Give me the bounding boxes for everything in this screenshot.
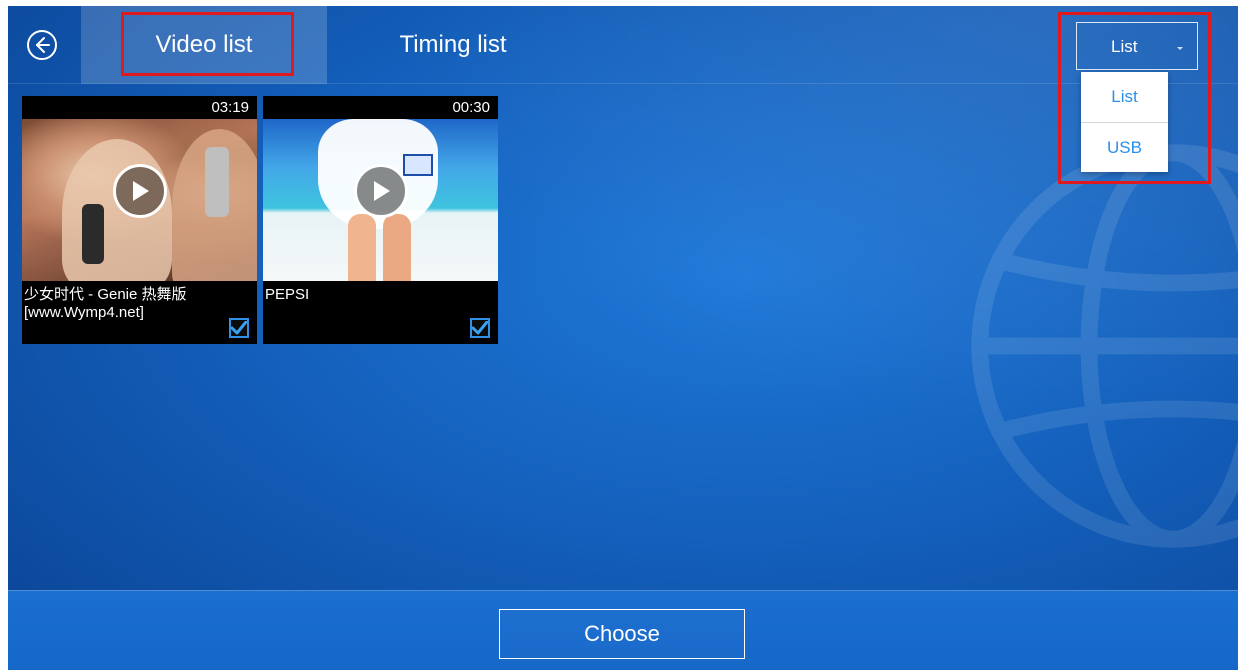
dropdown-option-usb[interactable]: USB xyxy=(1081,122,1168,172)
video-thumbnail xyxy=(22,119,257,281)
thumbnail-figure xyxy=(383,214,411,281)
back-button[interactable] xyxy=(22,25,62,65)
choose-button[interactable]: Choose xyxy=(499,609,745,659)
video-title: 少女时代 - Genie 热舞版[www.Wymp4.net] xyxy=(24,286,187,321)
dropdown-option-list[interactable]: List xyxy=(1081,72,1168,122)
video-title: PEPSI xyxy=(265,286,310,303)
play-icon[interactable] xyxy=(354,164,408,218)
tab-timing-list-label: Timing list xyxy=(399,31,507,58)
video-duration: 03:19 xyxy=(211,99,249,116)
microphone-image xyxy=(82,204,104,264)
thumbnail-object xyxy=(403,154,433,176)
top-bar: Video list Timing list List xyxy=(8,6,1238,84)
tab-video-list[interactable]: Video list xyxy=(81,6,327,84)
chevron-down-icon xyxy=(1177,47,1183,50)
microphone-image xyxy=(205,147,229,217)
checkmark-icon xyxy=(231,321,247,335)
tab-video-list-label: Video list xyxy=(155,31,253,58)
thumbnail-figure xyxy=(348,214,376,281)
video-card[interactable]: 03:19 少女时代 - Genie 热舞版[www.Wymp4.net] xyxy=(22,96,257,344)
play-triangle-icon xyxy=(133,181,149,201)
source-dropdown-menu: List USB xyxy=(1081,72,1168,172)
globe-watermark-icon xyxy=(971,144,1238,548)
video-select-checkbox[interactable] xyxy=(229,318,249,338)
video-select-checkbox[interactable] xyxy=(470,318,490,338)
checkmark-icon xyxy=(472,321,488,335)
source-select-value: List xyxy=(1111,37,1138,56)
video-card[interactable]: 00:30 PEPSI xyxy=(263,96,498,344)
play-triangle-icon xyxy=(374,181,390,201)
bottom-bar: Choose xyxy=(8,590,1238,670)
play-icon[interactable] xyxy=(113,164,167,218)
app-screen: Video list Timing list List List USB 03:… xyxy=(8,6,1238,670)
back-arrow-circle-icon xyxy=(27,30,57,60)
tab-timing-list[interactable]: Timing list xyxy=(343,6,563,84)
video-thumbnail xyxy=(263,119,498,281)
video-duration: 00:30 xyxy=(452,99,490,116)
source-select[interactable]: List xyxy=(1076,22,1198,70)
